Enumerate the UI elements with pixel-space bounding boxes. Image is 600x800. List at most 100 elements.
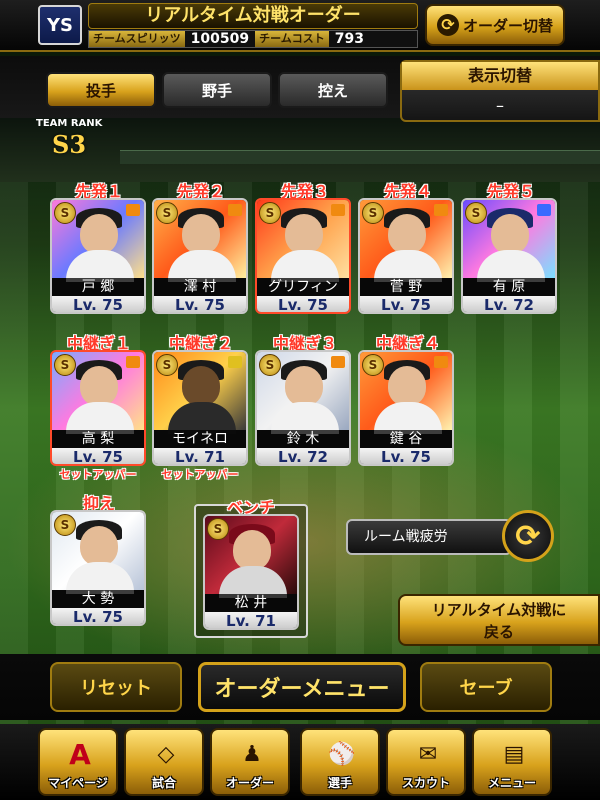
- team-icon: [228, 356, 242, 368]
- player-face: [285, 214, 323, 254]
- player-level: Lv. 72: [257, 448, 349, 464]
- display-toggle-button[interactable]: 表示切替 –: [400, 60, 600, 122]
- player-name: モイネロ: [154, 430, 246, 448]
- player-name: グリフィン: [257, 278, 349, 296]
- mypage-icon: A: [69, 737, 91, 771]
- role-label-reliever-1: セットアッパー: [59, 468, 137, 481]
- tab-reserve[interactable]: 控え: [278, 72, 388, 108]
- player-card-starter-4[interactable]: S 菅 野 Lv. 75: [358, 198, 454, 314]
- player-name: 有 原: [463, 278, 555, 296]
- player-name: 鍵 谷: [360, 430, 452, 448]
- page-title: リアルタイム対戦オーダー: [88, 3, 418, 29]
- team-icon: [537, 204, 551, 216]
- player-name: 菅 野: [360, 278, 452, 296]
- nav-order[interactable]: ♟ オーダー: [210, 728, 290, 796]
- player-face: [182, 366, 220, 406]
- display-toggle-value: –: [496, 96, 504, 115]
- player-face: [80, 526, 118, 566]
- player-face: [80, 214, 118, 254]
- player-level: Lv. 72: [463, 296, 555, 312]
- player-level: Lv. 75: [360, 296, 452, 312]
- player-card-starter-5[interactable]: S 有 原 Lv. 72: [461, 198, 557, 314]
- order-menu-button[interactable]: オーダーメニュー: [198, 662, 406, 712]
- player-card-closer[interactable]: S 大 勢 Lv. 75: [50, 510, 146, 626]
- spirits-value: 100509: [190, 31, 250, 47]
- player-name: 高 梨: [52, 430, 144, 448]
- player-name: 澤 村: [154, 278, 246, 296]
- player-name: 鈴 木: [257, 430, 349, 448]
- player-face: [233, 530, 271, 570]
- cost-value: 793: [334, 31, 365, 47]
- player-level: Lv. 75: [360, 448, 452, 464]
- save-button[interactable]: セーブ: [420, 662, 552, 712]
- team-icon: [331, 204, 345, 216]
- player-card-starter-1[interactable]: S 戸 郷 Lv. 75: [50, 198, 146, 314]
- display-toggle-label: 表示切替: [402, 62, 598, 90]
- order-switch-button[interactable]: ⟳ オーダー切替: [425, 4, 565, 46]
- star-rank-badge: S: [156, 202, 178, 224]
- player-level: Lv. 75: [52, 296, 144, 312]
- fatigue-cycle-button[interactable]: ⟳: [502, 510, 554, 562]
- player-level: Lv. 75: [52, 608, 144, 624]
- player-name: 大 勢: [52, 590, 144, 608]
- team-stats: チームスピリッツ 100509 チームコスト 793: [88, 30, 418, 48]
- nav-label: メニュー: [487, 776, 536, 790]
- back-button-line2: 戻る: [483, 623, 514, 641]
- nav-game[interactable]: ◇ 試合: [124, 728, 204, 796]
- player-face: [80, 366, 118, 406]
- star-rank-badge: S: [54, 514, 76, 536]
- player-level: Lv. 75: [154, 296, 246, 312]
- team-icon: [126, 356, 140, 368]
- player-level: Lv. 71: [154, 448, 246, 464]
- player-level: Lv. 71: [205, 612, 297, 628]
- team-icon: [434, 204, 448, 216]
- order-icon: ♟: [242, 741, 262, 767]
- player-card-starter-3[interactable]: S グリフィン Lv. 75: [255, 198, 351, 314]
- team-logo: YS: [38, 5, 82, 45]
- player-card-reliever-4[interactable]: S 鍵 谷 Lv. 75: [358, 350, 454, 466]
- player-card-reliever-1[interactable]: S 高 梨 Lv. 75: [50, 350, 146, 466]
- nav-label: 選手: [327, 776, 352, 790]
- team-icon: [331, 356, 345, 368]
- player-name: 戸 郷: [52, 278, 144, 296]
- player-name: 松 井: [205, 594, 297, 612]
- cycle-icon: ⟳: [515, 518, 541, 554]
- reset-button[interactable]: リセット: [50, 662, 182, 712]
- player-face: [285, 366, 323, 406]
- star-rank-badge: S: [54, 202, 76, 224]
- player-card-starter-2[interactable]: S 澤 村 Lv. 75: [152, 198, 248, 314]
- player-face: [388, 214, 426, 254]
- field-icon: ◇: [157, 741, 175, 767]
- team-icon: [434, 356, 448, 368]
- nav-label: スカウト: [401, 776, 450, 790]
- cost-label: チームコスト: [255, 31, 329, 47]
- player-card-reliever-3[interactable]: S 鈴 木 Lv. 72: [255, 350, 351, 466]
- back-to-realtime-button[interactable]: リアルタイム対戦に 戻る: [398, 594, 600, 646]
- player-icon: ⚾: [328, 741, 356, 767]
- header-bar: YS リアルタイム対戦オーダー チームスピリッツ 100509 チームコスト 7…: [0, 0, 600, 52]
- scout-icon: ✉: [418, 741, 438, 767]
- nav-label: 試合: [151, 776, 176, 790]
- tab-fielder[interactable]: 野手: [162, 72, 272, 108]
- star-rank-badge: S: [362, 202, 384, 224]
- player-face: [491, 214, 529, 254]
- player-card-bench[interactable]: S 松 井 Lv. 71: [203, 514, 299, 630]
- team-rank-label: TEAM RANK: [36, 118, 103, 129]
- player-card-reliever-2[interactable]: S モイネロ Lv. 71: [152, 350, 248, 466]
- player-level: Lv. 75: [52, 448, 144, 464]
- team-icon: [228, 204, 242, 216]
- star-rank-badge: S: [465, 202, 487, 224]
- nav-players[interactable]: ⚾ 選手: [300, 728, 380, 796]
- back-button-line1: リアルタイム対戦に: [431, 601, 567, 619]
- nav-mypage[interactable]: A マイページ: [38, 728, 118, 796]
- spirits-label: チームスピリッツ: [89, 31, 185, 47]
- nav-scout[interactable]: ✉ スカウト: [386, 728, 466, 796]
- tab-pitcher[interactable]: 投手: [46, 72, 156, 108]
- nav-label: マイページ: [48, 776, 108, 790]
- nav-menu[interactable]: ▤ メニュー: [472, 728, 552, 796]
- player-level: Lv. 75: [257, 296, 349, 312]
- menu-icon: ▤: [503, 741, 525, 767]
- star-rank-badge: S: [259, 202, 281, 224]
- team-rank-badge: S3: [52, 130, 87, 159]
- star-rank-badge: S: [259, 354, 281, 376]
